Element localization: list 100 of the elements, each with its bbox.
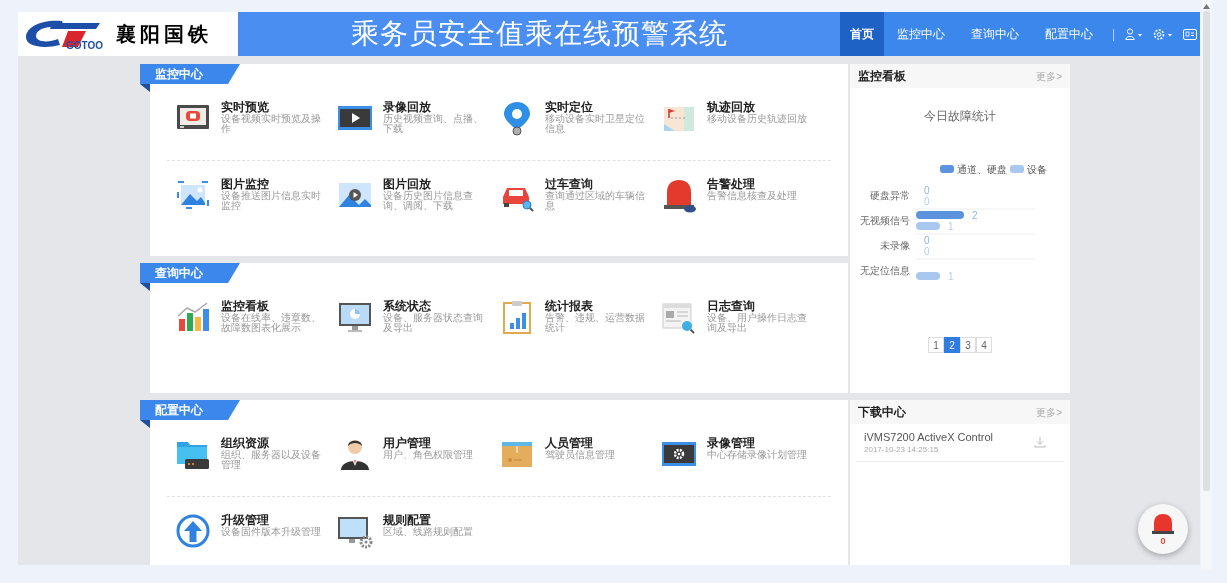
- feature-title: 人员管理: [545, 436, 593, 450]
- feature-title: 录像管理: [707, 436, 756, 450]
- feature-title: 实时预览: [221, 100, 269, 114]
- feature-link[interactable]: 组织资源 组织、服务器以及设备管理: [175, 436, 337, 480]
- panel-title: 监控看板: [858, 68, 906, 85]
- tab-fold-icon: [140, 420, 150, 428]
- feature-link[interactable]: 日志查询 设备、用户操作日志查询及导出: [661, 299, 823, 343]
- nav-tab[interactable]: 配置中心: [1032, 12, 1106, 56]
- feature-link[interactable]: 统计报表 告警、违规、运营数据统计: [499, 299, 661, 343]
- feature-link[interactable]: 过车查询 查询通过区域的车辆信息: [499, 177, 661, 221]
- legend-swatch: [940, 165, 954, 173]
- feature-link[interactable]: 实时定位 移动设备实时卫星定位信息: [499, 100, 661, 144]
- section-title: 查询中心: [140, 263, 240, 283]
- chart-title: 今日故障统计: [924, 109, 996, 123]
- category-label: 无定位信息: [860, 265, 910, 276]
- feature-link[interactable]: 录像管理 中心存储录像计划管理: [661, 436, 823, 480]
- feature-description: 查询通过区域的车辆信息: [545, 191, 645, 211]
- page-button[interactable]: 1: [928, 337, 944, 353]
- id-card-icon[interactable]: [1183, 28, 1198, 40]
- category-label: 无视频信号: [860, 215, 910, 226]
- nav-tab[interactable]: 首页: [840, 12, 884, 56]
- feature-description: 移动设备历史轨迹回放: [707, 114, 807, 124]
- feature-link[interactable]: 系统状态 设备、服务器状态查询及导出: [337, 299, 499, 343]
- feature-title: 统计报表: [545, 299, 593, 313]
- feature-description: 设备、用户操作日志查询及导出: [707, 313, 807, 333]
- feature-title: 监控看板: [221, 299, 269, 313]
- feature-description: 历史视频查询、点播、下载: [383, 114, 483, 134]
- alarm-light-icon: [661, 177, 697, 213]
- feature-title: 轨迹回放: [707, 100, 756, 114]
- feature-link[interactable]: 轨迹回放 移动设备历史轨迹回放: [661, 100, 823, 144]
- value-label: 1: [948, 220, 954, 232]
- feature-description: 设备在线率、违章数、故障数图表化展示: [221, 313, 321, 333]
- alarm-light-icon: [1151, 512, 1175, 535]
- scrollbar-thumb[interactable]: [1203, 11, 1210, 491]
- bar: [916, 222, 940, 230]
- feature-title: 升级管理: [221, 513, 270, 527]
- feature-link[interactable]: 录像回放 历史视频查询、点播、下载: [337, 100, 499, 144]
- value-label: 0: [924, 245, 930, 257]
- value-label: 2: [972, 209, 978, 221]
- page-button[interactable]: 2: [944, 337, 960, 353]
- nav-separator: |: [1111, 26, 1117, 43]
- feature-description: 用户、角色权限管理: [383, 450, 474, 460]
- section-title: 配置中心: [140, 400, 240, 420]
- legend-label: 设备: [1027, 163, 1047, 175]
- feature-description: 移动设备实时卫星定位信息: [545, 114, 645, 134]
- app-title: 乘务员安全值乘在线预警系统: [350, 16, 728, 52]
- feature-title: 过车查询: [545, 177, 594, 191]
- feature-title: 规则配置: [383, 513, 431, 527]
- feature-description: 组织、服务器以及设备管理: [221, 450, 321, 470]
- feature-title: 日志查询: [707, 299, 755, 313]
- page-button[interactable]: 4: [976, 337, 992, 353]
- scrollbar[interactable]: [1201, 0, 1212, 570]
- bar: [916, 272, 940, 280]
- nav-tab[interactable]: 监控中心: [884, 12, 958, 56]
- value-label: 0: [924, 195, 930, 207]
- feature-description: 中心存储录像计划管理: [707, 450, 807, 460]
- legend-label: 通道、硬盘: [957, 163, 1007, 175]
- section-title: 监控中心: [140, 64, 240, 84]
- tab-fold-icon: [140, 84, 150, 92]
- feature-link[interactable]: 规则配置 区域、线路规则配置: [337, 513, 499, 557]
- feature-link[interactable]: 图片回放 设备历史图片信息查询、调阅、下载: [337, 177, 499, 221]
- settings-menu-icon[interactable]: [1153, 27, 1174, 41]
- feature-title: 图片回放: [383, 177, 432, 191]
- feature-link[interactable]: 告警处理 告警信息核查及处理: [661, 177, 823, 221]
- feature-title: 录像回放: [383, 100, 431, 114]
- feature-description: 告警信息核查及处理: [707, 191, 798, 201]
- feature-link[interactable]: 实时预览 设备视频实时预览及操作: [175, 100, 337, 144]
- scroll-up-icon[interactable]: [1203, 4, 1210, 9]
- nav-tab[interactable]: 查询中心: [958, 12, 1032, 56]
- download-name: iVMS7200 ActiveX Control: [864, 430, 993, 444]
- alarm-count: 0: [1160, 536, 1166, 546]
- feature-link[interactable]: 人员管理 驾驶员信息管理: [499, 436, 661, 480]
- feature-link[interactable]: 升级管理 设备固件版本升级管理: [175, 513, 337, 557]
- feature-description: 区域、线路规则配置: [383, 527, 474, 537]
- value-label: 0: [924, 184, 930, 196]
- feature-description: 驾驶员信息管理: [545, 450, 616, 460]
- feature-link[interactable]: 用户管理 用户、角色权限管理: [337, 436, 499, 480]
- feature-title: 告警处理: [707, 177, 755, 191]
- feature-title: 组织资源: [221, 436, 269, 450]
- page-button[interactable]: 3: [960, 337, 976, 353]
- value-label: 1: [948, 270, 954, 282]
- feature-title: 实时定位: [545, 100, 593, 114]
- download-date: 2017-10-23 14:25:15: [864, 444, 940, 455]
- feature-description: 告警、违规、运营数据统计: [545, 313, 645, 333]
- user-menu-icon[interactable]: [1125, 28, 1144, 40]
- feature-title: 用户管理: [383, 436, 431, 450]
- bar: [916, 211, 964, 219]
- category-label: 硬盘异常: [870, 190, 910, 201]
- feature-title: 系统状态: [383, 299, 431, 313]
- feature-description: 设备视频实时预览及操作: [221, 114, 321, 134]
- category-label: 未录像: [880, 240, 910, 251]
- feature-link[interactable]: 监控看板 设备在线率、违章数、故障数图表化展示: [175, 299, 337, 343]
- legend-swatch: [1010, 165, 1024, 173]
- feature-description: 设备固件版本升级管理: [221, 527, 321, 537]
- feature-title: 图片监控: [221, 177, 270, 191]
- brand-name: 襄阳国铁: [116, 22, 212, 47]
- value-label: 0: [924, 234, 930, 246]
- feature-description: 设备、服务器状态查询及导出: [383, 313, 483, 333]
- feature-description: 设备历史图片信息查询、调阅、下载: [383, 191, 474, 211]
- feature-link[interactable]: 图片监控 设备推送图片信息实时监控: [175, 177, 337, 221]
